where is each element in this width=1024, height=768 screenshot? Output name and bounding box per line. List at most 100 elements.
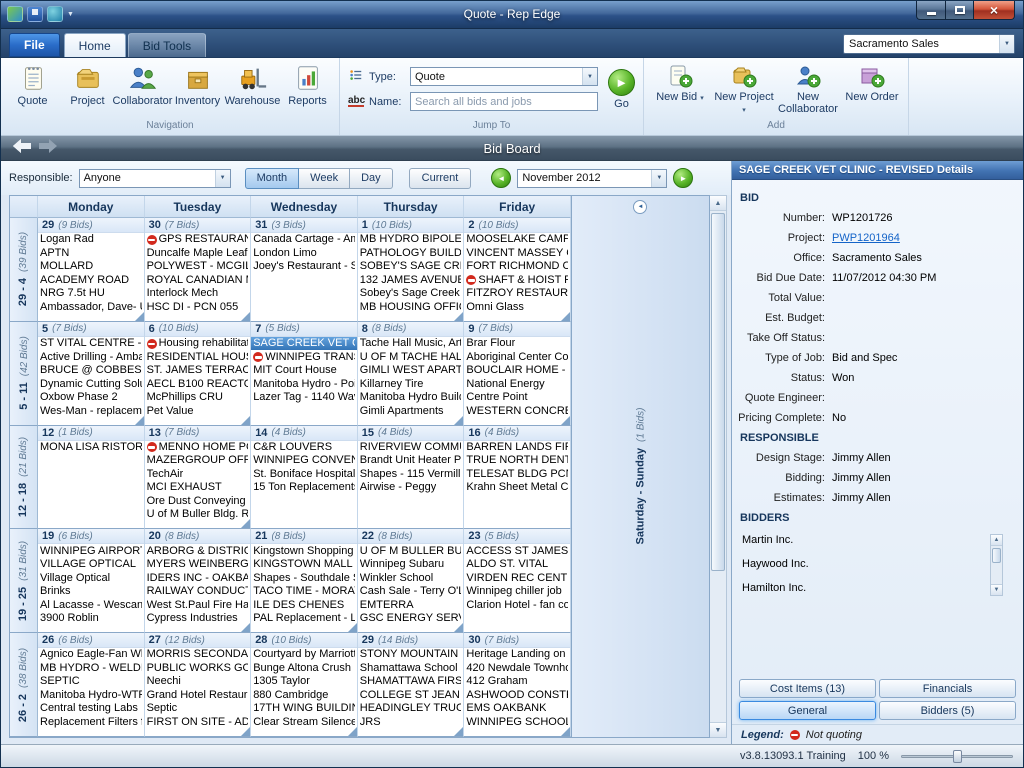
bid-item[interactable]: Replacement Filters for Air R [38,716,144,730]
scroll-up-icon[interactable]: ▲ [710,196,726,211]
bid-item[interactable]: MOLLARD [38,260,144,274]
bid-item[interactable]: Clear Stream Silencer [251,716,357,730]
collapse-weekend-icon[interactable]: ◄ [633,200,647,214]
bid-item[interactable]: TACO TIME - MORAY PLAZA [251,585,357,599]
bid-item[interactable]: Gimli Apartments [358,404,464,418]
bid-item[interactable]: STONY MOUNTAIN 50 BED [358,648,464,662]
bid-item[interactable]: ST VITAL CENTRE - NEW STC [38,337,144,351]
bid-item[interactable]: Shamattawa School [358,662,464,676]
calendar-day-cell[interactable]: 30(7 Bids)GPS RESTAURANT AND BDuncalfe M… [145,218,252,322]
more-indicator[interactable] [241,519,250,528]
bid-item[interactable]: WINNIPEG SCHOOL DIVISI [464,716,570,730]
bid-item[interactable]: Krahn Sheet Metal Coil [464,481,570,495]
bidders-scrollbar[interactable]: ▲ ▼ [990,534,1003,596]
bid-item[interactable]: SHAFT & HOIST PANT H [464,274,570,288]
calendar-day-cell[interactable]: 29(9 Bids)Logan RadAPTNMOLLARDACADEMY RO… [38,218,145,322]
scroll-down-icon[interactable]: ▼ [991,584,1002,595]
calendar-day-cell[interactable]: 19(6 Bids)WINNIPEG AIRPORTVILLAGE OPTICA… [38,529,145,633]
more-indicator[interactable] [135,312,144,321]
more-indicator[interactable] [561,727,570,736]
bid-item[interactable]: ACADEMY ROAD [38,274,144,288]
bid-item[interactable]: Canada Cartage - Ambassad [251,233,357,247]
warehouse-button[interactable]: Warehouse [225,60,280,120]
minimize-button[interactable] [916,1,945,20]
chevron-down-icon[interactable]: ▼ [215,170,230,187]
calendar-day-cell[interactable]: 12(1 Bids)MONA LISA RISTORANTE IT [38,426,145,530]
save-icon[interactable] [27,6,43,22]
bid-item[interactable]: Heritage Landing on Assinib [464,648,570,662]
bid-item[interactable]: MENNO HOME PCH KITC [145,441,251,455]
bid-item[interactable]: SOBEY'S SAGE CREEK [358,260,464,274]
bid-item[interactable]: St. Boniface Hospital - 25HP [251,468,357,482]
bid-item[interactable]: Interlock Mech [145,287,251,301]
bid-item[interactable]: FIRST ON SITE - ADDITIO [145,716,251,730]
calendar-day-cell[interactable]: 28(10 Bids)Courtyard by Marriott - HoteB… [251,633,358,737]
detail-tab-cost-items-13-[interactable]: Cost Items (13) [739,679,876,698]
bid-item[interactable]: Shapes - Southdale Square [251,571,357,585]
calendar-day-cell[interactable]: 30(7 Bids)Heritage Landing on Assinib420… [464,633,571,737]
bid-item[interactable]: MCI EXHAUST [145,481,251,495]
bid-item[interactable]: VIRDEN REC CENTER [464,571,570,585]
go-button[interactable]: ► Go [608,69,635,110]
bid-item[interactable]: Sobey's Sage Creek [358,287,464,301]
type-combobox[interactable]: Quote ▼ [410,67,598,86]
calendar-day-cell[interactable]: 9(7 Bids)Brar FlourAboriginal Center Coi… [464,322,571,426]
bid-item[interactable]: MIT Court House [251,364,357,378]
bid-item[interactable]: Shapes - 115 Vermillion Rd [358,468,464,482]
bid-item[interactable]: Agnico Eagle-Fan Wheel [38,648,144,662]
bid-item[interactable]: 420 Newdale Townhouse Co [464,662,570,676]
bid-item[interactable]: Pet Value [145,404,251,418]
bid-item[interactable]: PATHOLOGY BUILDING - R [358,247,464,261]
bid-item[interactable]: ALDO ST. VITAL [464,558,570,572]
bidder-item[interactable]: Hamilton Inc. [738,580,1015,596]
bid-item[interactable]: U OF M TACHE HALL - TEN [358,350,464,364]
bid-item[interactable]: ACCESS ST JAMES TENANT I [464,544,570,558]
bid-item[interactable]: Killarney Tire [358,377,464,391]
bid-item[interactable]: WINNIPEG AIRPORT [38,544,144,558]
calendar-day-cell[interactable]: 22(8 Bids)U OF M BULLER BUILDINGWinnipeg… [358,529,465,633]
weekend-strip[interactable]: ◄ Saturday - Sunday (1 Bids) [572,195,710,738]
bid-item[interactable]: RESIDENTIAL HOUSING UNI [145,350,251,364]
bid-item[interactable]: 17TH WING BUILDING 25 - [251,702,357,716]
bid-item[interactable]: 412 Graham [464,675,570,689]
bid-item[interactable]: McPhillips CRU [145,391,251,405]
bid-item[interactable]: Ambassador, Dave- Unit H [38,301,144,315]
bidder-item[interactable]: Martin Inc. [738,532,1015,548]
bid-item[interactable]: West St.Paul Fire Hall [145,598,251,612]
bid-item[interactable]: Kingstown Shopping Mall [251,544,357,558]
bid-item[interactable]: VINCENT MASSEY COLLEGIA [464,247,570,261]
bid-item[interactable]: KINGSTOWN MALL [251,558,357,572]
bid-item[interactable]: Brar Flour [464,337,570,351]
new-bid-button[interactable]: New Bid ▾ [648,60,712,120]
bid-item[interactable]: U of M Buller Bldg. RM. 4 [145,508,251,522]
bid-item[interactable]: MORRIS SECONDARY SCHC [145,648,251,662]
calendar-day-cell[interactable]: 8(8 Bids)Tache Hall Music, Art & TheaU O… [358,322,465,426]
calendar-day-cell[interactable]: 20(8 Bids)ARBORG & DISTRICT HEALTMYERS W… [145,529,252,633]
bid-item[interactable]: U OF M BULLER BUILDING [358,544,464,558]
bid-item[interactable]: COLLEGE ST JEAN BAPTISTE [358,689,464,703]
detail-tab-financials[interactable]: Financials [879,679,1016,698]
scrollbar-track[interactable] [991,546,1002,584]
more-indicator[interactable] [348,623,357,632]
view-month-button[interactable]: Month [245,168,300,189]
scrollbar-thumb[interactable] [992,548,1001,563]
chevron-down-icon[interactable]: ▼ [651,170,666,187]
bid-item[interactable]: HEADINGLEY TRUCK CENTE [358,702,464,716]
zoom-slider-thumb[interactable] [953,750,962,763]
bid-item[interactable]: Winnipeg chiller job [464,585,570,599]
app-logo-icon[interactable] [7,6,23,22]
view-week-button[interactable]: Week [299,168,350,189]
search-input[interactable] [410,92,598,111]
forward-button[interactable] [37,138,59,159]
quote-button[interactable]: Quote [5,60,60,120]
bid-item[interactable]: Septic [145,702,251,716]
bid-item[interactable]: Housing rehabilitation [145,337,251,351]
calendar-day-cell[interactable]: 5(7 Bids)ST VITAL CENTRE - NEW STCActive… [38,322,145,426]
detail-tab-bidders-5-[interactable]: Bidders (5) [879,701,1016,720]
bid-item[interactable]: 15 Ton Replacements [251,481,357,495]
current-button[interactable]: Current [409,168,472,189]
bid-item[interactable]: NRG 7.5t HU [38,287,144,301]
bid-item[interactable]: London Limo [251,247,357,261]
calendar-day-cell[interactable]: 15(4 Bids)RIVERVIEW COMMUNITY CEBrandt U… [358,426,465,530]
scrollbar-track[interactable] [710,211,726,722]
